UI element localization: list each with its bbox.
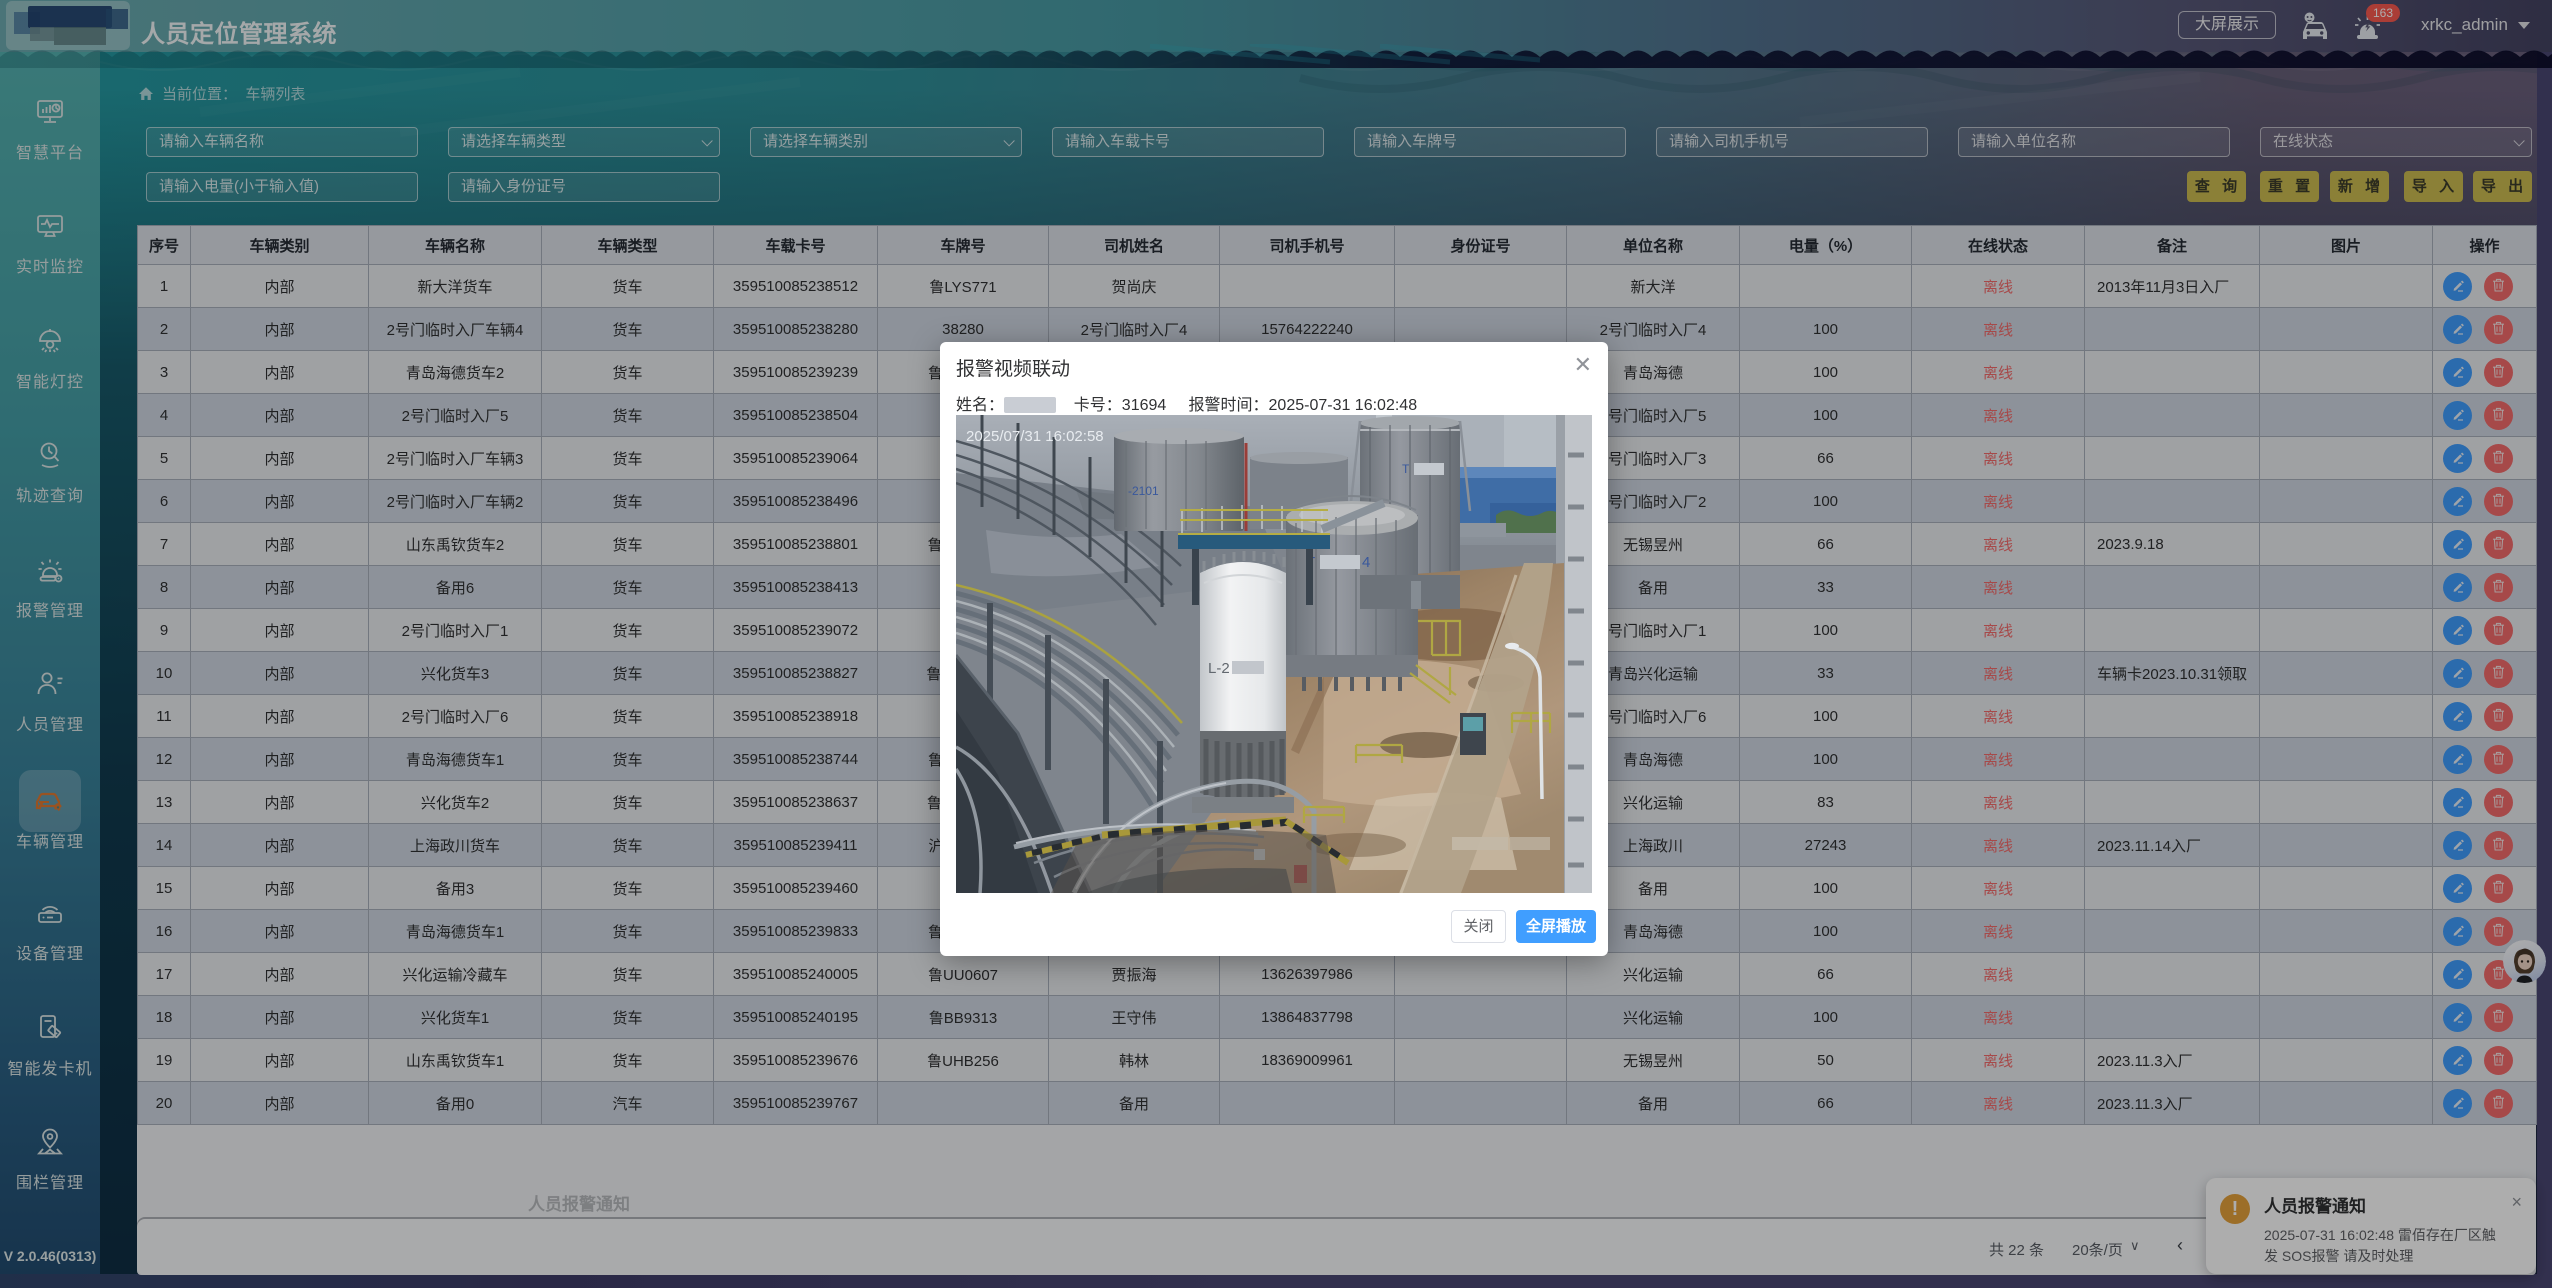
svg-text:-2101: -2101 [1128,484,1159,498]
svg-text:T: T [1402,462,1410,476]
svg-text:2025/07/31 16:02:58: 2025/07/31 16:02:58 [966,428,1104,445]
svg-text:4: 4 [1362,554,1370,571]
svg-text:L-2: L-2 [1208,660,1230,677]
